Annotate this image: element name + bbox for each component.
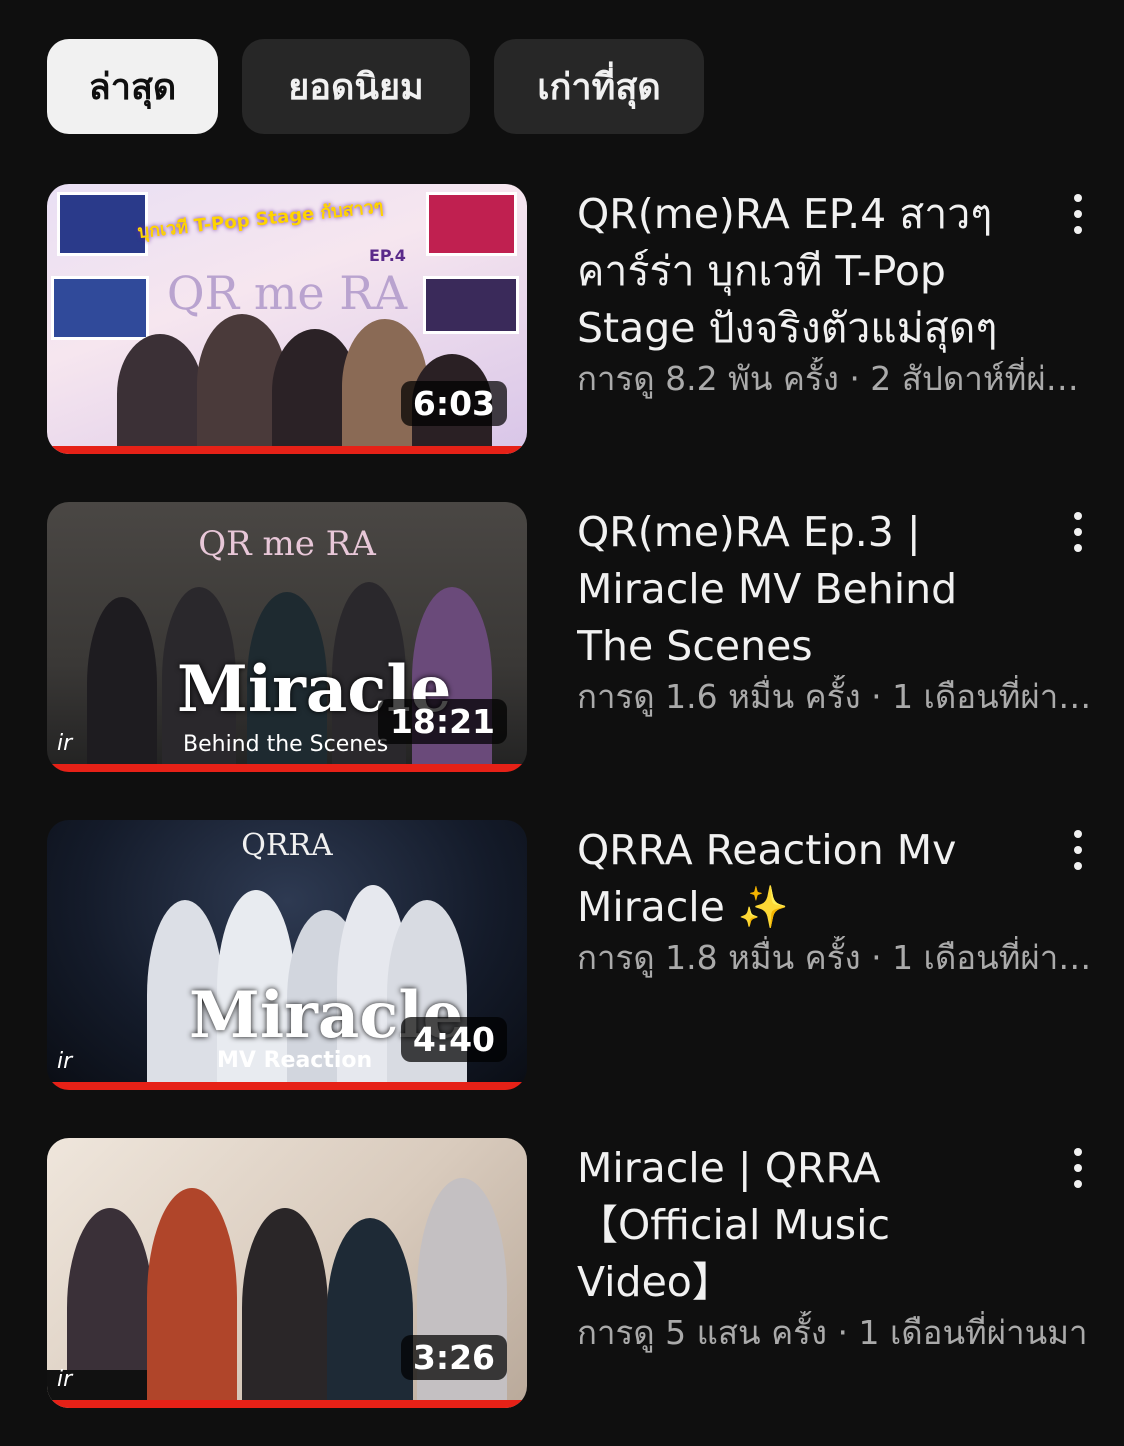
more-options-icon[interactable]: [1063, 194, 1093, 234]
video-stats: การดู 1.8 หมื่น ครั้ง · 1 เดือนที่ผ่านมา: [577, 938, 1092, 977]
thumbnail-logo: QR me RA: [166, 266, 408, 320]
watch-progress-bar: [47, 1082, 527, 1090]
video-duration: 4:40: [400, 1017, 507, 1062]
video-item[interactable]: ir 3:26 Miracle | QRRA 【Official Music V…: [47, 1138, 1107, 1408]
filter-chip-latest[interactable]: ล่าสุด: [47, 39, 218, 134]
sort-filter-bar: ล่าสุด ยอดนิยม เก่าที่สุด: [47, 39, 704, 134]
label-logo: ir: [57, 1367, 73, 1392]
filter-chip-oldest[interactable]: เก่าที่สุด: [494, 39, 704, 134]
thumbnail-logo: QRRA: [241, 828, 333, 863]
more-options-icon[interactable]: [1063, 512, 1093, 552]
video-stats: การดู 1.6 หมื่น ครั้ง · 1 เดือนที่ผ่านมา: [577, 677, 1092, 716]
video-stats: การดู 5 แสน ครั้ง · 1 เดือนที่ผ่านมา: [577, 1313, 1088, 1352]
more-options-icon[interactable]: [1063, 1148, 1093, 1188]
video-thumbnail[interactable]: บุกเวที T-Pop Stage กับสาวๆ QR me RA EP.…: [47, 184, 527, 454]
video-stats: การดู 8.2 พัน ครั้ง · 2 สัปดาห์ที่ผ่านมา: [577, 359, 1092, 398]
thumbnail-logo: QR me RA: [198, 524, 376, 564]
video-thumbnail[interactable]: ir 3:26: [47, 1138, 527, 1408]
video-item[interactable]: QR me RA Miracle Behind the Scenes ir 18…: [47, 502, 1107, 772]
video-title[interactable]: Miracle | QRRA 【Official Music Video】: [577, 1140, 1037, 1311]
video-thumbnail[interactable]: QR me RA Miracle Behind the Scenes ir 18…: [47, 502, 527, 772]
video-duration: 6:03: [400, 381, 507, 426]
filter-chip-popular[interactable]: ยอดนิยม: [242, 39, 470, 134]
watch-progress-bar: [47, 446, 527, 454]
watch-progress-bar: [47, 764, 527, 772]
video-item[interactable]: QRRA Miracle MV Reaction ir 4:40 QRRA Re…: [47, 820, 1107, 1090]
episode-badge: EP.4: [369, 246, 406, 265]
label-logo: ir: [57, 1049, 73, 1074]
video-thumbnail[interactable]: QRRA Miracle MV Reaction ir 4:40: [47, 820, 527, 1090]
more-options-icon[interactable]: [1063, 830, 1093, 870]
video-duration: 3:26: [400, 1335, 507, 1380]
watch-progress-bar: [47, 1400, 527, 1408]
video-title[interactable]: QR(me)RA EP.4 สาวๆ คาร์ร่า บุกเวที T-Pop…: [577, 186, 1037, 357]
video-item[interactable]: บุกเวที T-Pop Stage กับสาวๆ QR me RA EP.…: [47, 184, 1107, 454]
video-title[interactable]: QR(me)RA Ep.3 | Miracle MV Behind The Sc…: [577, 504, 1037, 675]
thumbnail-subtitle: MV Reaction: [217, 1048, 373, 1073]
thumbnail-subtitle: Behind the Scenes: [183, 732, 389, 757]
thumbnail-caption: บุกเวที T-Pop Stage กับสาวๆ: [136, 196, 385, 243]
video-title[interactable]: QRRA Reaction Mv Miracle ✨: [577, 822, 1037, 936]
video-duration: 18:21: [377, 699, 507, 744]
label-logo: ir: [57, 731, 73, 756]
